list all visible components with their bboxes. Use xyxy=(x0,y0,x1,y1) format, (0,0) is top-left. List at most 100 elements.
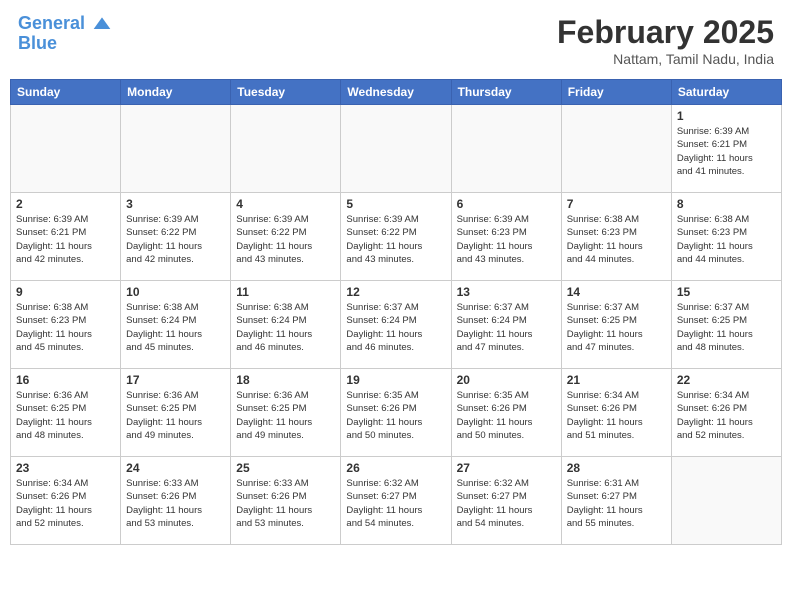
day-number: 25 xyxy=(236,461,335,475)
calendar-day-cell: 27 Sunrise: 6:32 AM Sunset: 6:27 PM Dayli… xyxy=(451,457,561,545)
calendar-day-cell: 4 Sunrise: 6:39 AM Sunset: 6:22 PM Daylig… xyxy=(231,193,341,281)
day-info: Sunrise: 6:38 AM Sunset: 6:24 PM Dayligh… xyxy=(126,301,225,354)
day-info: Sunrise: 6:34 AM Sunset: 6:26 PM Dayligh… xyxy=(567,389,666,442)
logo: General Blue xyxy=(18,14,112,54)
calendar-day-cell: 7 Sunrise: 6:38 AM Sunset: 6:23 PM Daylig… xyxy=(561,193,671,281)
calendar-day-cell: 10 Sunrise: 6:38 AM Sunset: 6:24 PM Dayli… xyxy=(121,281,231,369)
day-info: Sunrise: 6:31 AM Sunset: 6:27 PM Dayligh… xyxy=(567,477,666,530)
day-info: Sunrise: 6:33 AM Sunset: 6:26 PM Dayligh… xyxy=(126,477,225,530)
day-info: Sunrise: 6:39 AM Sunset: 6:21 PM Dayligh… xyxy=(16,213,115,266)
calendar-day-cell: 19 Sunrise: 6:35 AM Sunset: 6:26 PM Dayli… xyxy=(341,369,451,457)
day-info: Sunrise: 6:35 AM Sunset: 6:26 PM Dayligh… xyxy=(346,389,445,442)
calendar-week-row: 23 Sunrise: 6:34 AM Sunset: 6:26 PM Dayli… xyxy=(11,457,782,545)
day-number: 10 xyxy=(126,285,225,299)
day-info: Sunrise: 6:38 AM Sunset: 6:23 PM Dayligh… xyxy=(16,301,115,354)
day-info: Sunrise: 6:37 AM Sunset: 6:25 PM Dayligh… xyxy=(567,301,666,354)
weekday-header: Tuesday xyxy=(231,80,341,105)
day-info: Sunrise: 6:39 AM Sunset: 6:21 PM Dayligh… xyxy=(677,125,776,178)
calendar-day-cell: 26 Sunrise: 6:32 AM Sunset: 6:27 PM Dayli… xyxy=(341,457,451,545)
calendar-day-cell: 16 Sunrise: 6:36 AM Sunset: 6:25 PM Dayli… xyxy=(11,369,121,457)
day-number: 6 xyxy=(457,197,556,211)
day-number: 23 xyxy=(16,461,115,475)
calendar-day-cell: 6 Sunrise: 6:39 AM Sunset: 6:23 PM Daylig… xyxy=(451,193,561,281)
calendar-day-cell: 28 Sunrise: 6:31 AM Sunset: 6:27 PM Dayli… xyxy=(561,457,671,545)
page-header: General Blue February 2025 Nattam, Tamil… xyxy=(10,10,782,71)
calendar-day-cell xyxy=(561,105,671,193)
day-number: 3 xyxy=(126,197,225,211)
calendar-day-cell: 3 Sunrise: 6:39 AM Sunset: 6:22 PM Daylig… xyxy=(121,193,231,281)
calendar-day-cell: 5 Sunrise: 6:39 AM Sunset: 6:22 PM Daylig… xyxy=(341,193,451,281)
calendar-day-cell: 1 Sunrise: 6:39 AM Sunset: 6:21 PM Daylig… xyxy=(671,105,781,193)
day-info: Sunrise: 6:32 AM Sunset: 6:27 PM Dayligh… xyxy=(457,477,556,530)
calendar-week-row: 2 Sunrise: 6:39 AM Sunset: 6:21 PM Daylig… xyxy=(11,193,782,281)
calendar-day-cell: 21 Sunrise: 6:34 AM Sunset: 6:26 PM Dayli… xyxy=(561,369,671,457)
month-title: February 2025 xyxy=(557,14,774,51)
calendar-day-cell: 9 Sunrise: 6:38 AM Sunset: 6:23 PM Daylig… xyxy=(11,281,121,369)
day-info: Sunrise: 6:34 AM Sunset: 6:26 PM Dayligh… xyxy=(677,389,776,442)
day-number: 18 xyxy=(236,373,335,387)
calendar-day-cell: 23 Sunrise: 6:34 AM Sunset: 6:26 PM Dayli… xyxy=(11,457,121,545)
day-info: Sunrise: 6:35 AM Sunset: 6:26 PM Dayligh… xyxy=(457,389,556,442)
weekday-header: Saturday xyxy=(671,80,781,105)
day-number: 19 xyxy=(346,373,445,387)
location: Nattam, Tamil Nadu, India xyxy=(557,51,774,67)
day-info: Sunrise: 6:38 AM Sunset: 6:23 PM Dayligh… xyxy=(567,213,666,266)
day-number: 15 xyxy=(677,285,776,299)
day-info: Sunrise: 6:39 AM Sunset: 6:22 PM Dayligh… xyxy=(126,213,225,266)
calendar-day-cell xyxy=(341,105,451,193)
day-number: 11 xyxy=(236,285,335,299)
calendar-day-cell: 15Sunrise: 6:37 AM Sunset: 6:25 PM Dayli… xyxy=(671,281,781,369)
day-number: 13 xyxy=(457,285,556,299)
day-info: Sunrise: 6:37 AM Sunset: 6:24 PM Dayligh… xyxy=(457,301,556,354)
calendar-week-row: 16 Sunrise: 6:36 AM Sunset: 6:25 PM Dayli… xyxy=(11,369,782,457)
calendar-day-cell: 25 Sunrise: 6:33 AM Sunset: 6:26 PM Dayli… xyxy=(231,457,341,545)
weekday-header: Sunday xyxy=(11,80,121,105)
day-info: Sunrise: 6:38 AM Sunset: 6:23 PM Dayligh… xyxy=(677,213,776,266)
calendar-day-cell: 11 Sunrise: 6:38 AM Sunset: 6:24 PM Dayli… xyxy=(231,281,341,369)
calendar-day-cell xyxy=(11,105,121,193)
day-number: 5 xyxy=(346,197,445,211)
calendar-day-cell: 2 Sunrise: 6:39 AM Sunset: 6:21 PM Daylig… xyxy=(11,193,121,281)
day-number: 1 xyxy=(677,109,776,123)
weekday-header: Thursday xyxy=(451,80,561,105)
day-info: Sunrise: 6:34 AM Sunset: 6:26 PM Dayligh… xyxy=(16,477,115,530)
day-info: Sunrise: 6:39 AM Sunset: 6:22 PM Dayligh… xyxy=(346,213,445,266)
day-info: Sunrise: 6:32 AM Sunset: 6:27 PM Dayligh… xyxy=(346,477,445,530)
calendar-day-cell: 22Sunrise: 6:34 AM Sunset: 6:26 PM Dayli… xyxy=(671,369,781,457)
logo-blue: Blue xyxy=(18,34,112,54)
day-number: 12 xyxy=(346,285,445,299)
day-info: Sunrise: 6:36 AM Sunset: 6:25 PM Dayligh… xyxy=(126,389,225,442)
day-info: Sunrise: 6:39 AM Sunset: 6:22 PM Dayligh… xyxy=(236,213,335,266)
day-number: 2 xyxy=(16,197,115,211)
day-info: Sunrise: 6:38 AM Sunset: 6:24 PM Dayligh… xyxy=(236,301,335,354)
calendar-day-cell: 24Sunrise: 6:33 AM Sunset: 6:26 PM Dayli… xyxy=(121,457,231,545)
calendar-day-cell xyxy=(451,105,561,193)
weekday-header: Monday xyxy=(121,80,231,105)
calendar-day-cell: 12 Sunrise: 6:37 AM Sunset: 6:24 PM Dayli… xyxy=(341,281,451,369)
weekday-header: Friday xyxy=(561,80,671,105)
day-number: 14 xyxy=(567,285,666,299)
day-number: 27 xyxy=(457,461,556,475)
day-info: Sunrise: 6:33 AM Sunset: 6:26 PM Dayligh… xyxy=(236,477,335,530)
calendar-week-row: 1 Sunrise: 6:39 AM Sunset: 6:21 PM Daylig… xyxy=(11,105,782,193)
day-info: Sunrise: 6:39 AM Sunset: 6:23 PM Dayligh… xyxy=(457,213,556,266)
day-number: 4 xyxy=(236,197,335,211)
day-number: 7 xyxy=(567,197,666,211)
day-number: 28 xyxy=(567,461,666,475)
day-number: 8 xyxy=(677,197,776,211)
calendar-day-cell xyxy=(231,105,341,193)
weekday-header: Wednesday xyxy=(341,80,451,105)
day-number: 16 xyxy=(16,373,115,387)
day-number: 17 xyxy=(126,373,225,387)
calendar-table: SundayMondayTuesdayWednesdayThursdayFrid… xyxy=(10,79,782,545)
day-number: 26 xyxy=(346,461,445,475)
day-info: Sunrise: 6:36 AM Sunset: 6:25 PM Dayligh… xyxy=(16,389,115,442)
calendar-day-cell: 18Sunrise: 6:36 AM Sunset: 6:25 PM Dayli… xyxy=(231,369,341,457)
calendar-day-cell: 13 Sunrise: 6:37 AM Sunset: 6:24 PM Dayli… xyxy=(451,281,561,369)
day-info: Sunrise: 6:37 AM Sunset: 6:24 PM Dayligh… xyxy=(346,301,445,354)
calendar-week-row: 9 Sunrise: 6:38 AM Sunset: 6:23 PM Daylig… xyxy=(11,281,782,369)
day-number: 9 xyxy=(16,285,115,299)
logo-icon xyxy=(92,14,112,34)
calendar-day-cell: 20Sunrise: 6:35 AM Sunset: 6:26 PM Dayli… xyxy=(451,369,561,457)
day-number: 21 xyxy=(567,373,666,387)
